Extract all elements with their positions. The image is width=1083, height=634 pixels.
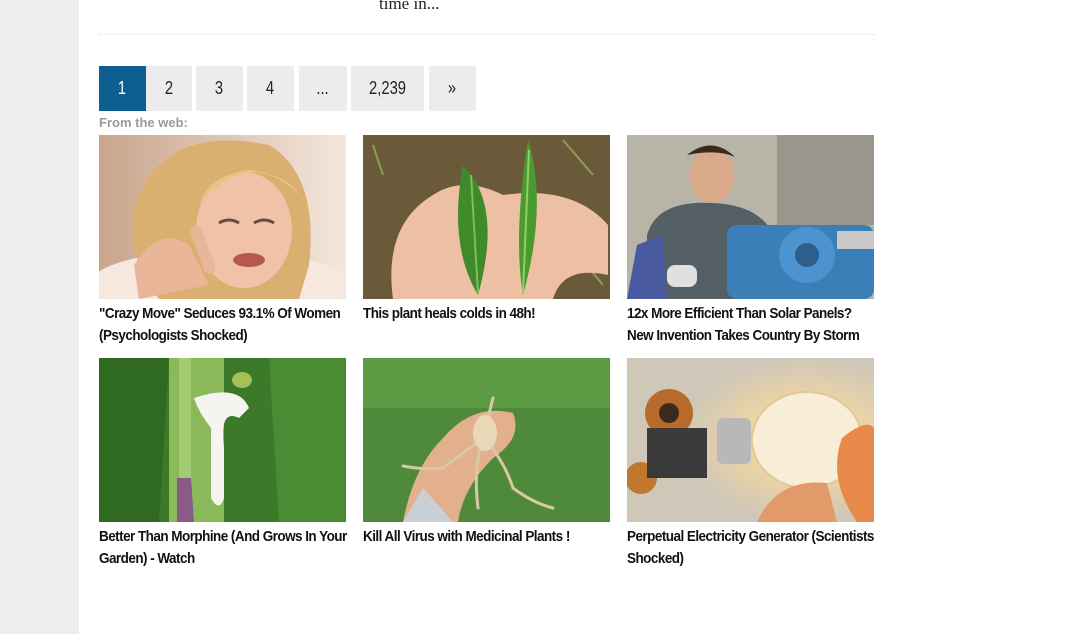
recommendation-title[interactable]: 12x More Efficient Than Solar Panels? Ne…: [627, 303, 875, 347]
recommendation-title[interactable]: "Crazy Move" Seduces 93.1% Of Women (Psy…: [99, 303, 347, 347]
recommendation-title[interactable]: Better Than Morphine (And Grows In Your …: [99, 526, 347, 570]
page-last-button[interactable]: 2,239: [351, 66, 424, 111]
recommendation-title[interactable]: This plant heals colds in 48h!: [363, 303, 611, 325]
recommendation-title[interactable]: Perpetual Electricity Generator (Scienti…: [627, 526, 875, 570]
plant-leaves-in-hand-photo[interactable]: [363, 135, 610, 299]
recommendation-card[interactable]: This plant heals colds in 48h!: [363, 135, 610, 325]
recommendations-header: From the web:: [99, 115, 188, 130]
woman-laughing-photo[interactable]: [99, 135, 346, 299]
next-page-button[interactable]: »: [429, 66, 476, 111]
recommendation-card[interactable]: Perpetual Electricity Generator (Scienti…: [627, 358, 874, 570]
recommendation-card[interactable]: 12x More Efficient Than Solar Panels? Ne…: [627, 135, 874, 347]
article-snippet: time in...: [379, 0, 440, 13]
recommendation-title[interactable]: Kill All Virus with Medicinal Plants !: [363, 526, 611, 548]
page-3-button[interactable]: 3: [196, 66, 243, 111]
plant-stem-sap-photo[interactable]: [99, 358, 346, 522]
page-ellipsis[interactable]: ...: [299, 66, 347, 111]
page-1-button[interactable]: 1: [99, 66, 146, 111]
recommendation-card[interactable]: Better Than Morphine (And Grows In Your …: [99, 358, 347, 570]
recommendation-card[interactable]: Kill All Virus with Medicinal Plants !: [363, 358, 610, 548]
man-with-machine-photo[interactable]: [627, 135, 874, 299]
page-2-button[interactable]: 2: [146, 66, 192, 111]
root-in-hand-photo[interactable]: [363, 358, 610, 522]
divider: [99, 34, 875, 35]
lightbulb-coil-photo[interactable]: [627, 358, 874, 522]
page-4-button[interactable]: 4: [247, 66, 294, 111]
recommendation-card[interactable]: "Crazy Move" Seduces 93.1% Of Women (Psy…: [99, 135, 346, 347]
left-sidebar-rail: [0, 0, 79, 634]
